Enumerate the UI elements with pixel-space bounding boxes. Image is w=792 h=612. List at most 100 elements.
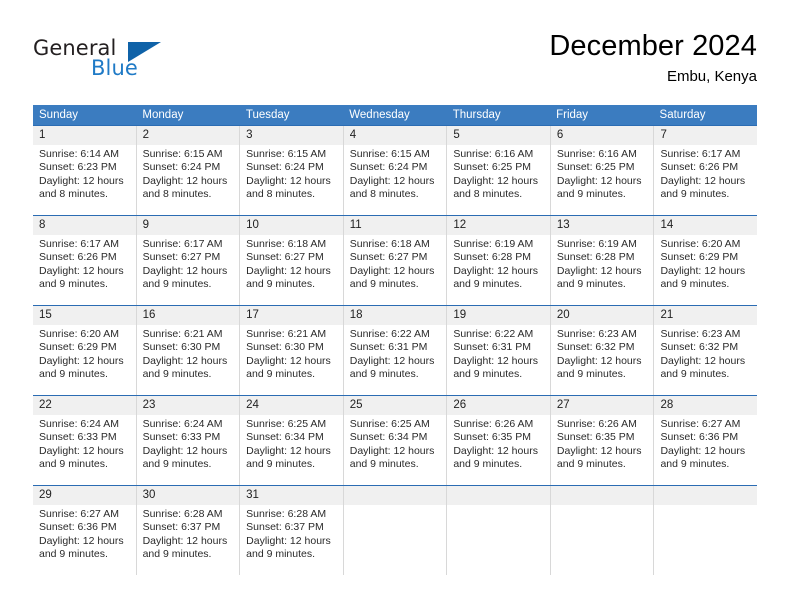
sunrise-text: Sunrise: 6:18 AM	[349, 238, 430, 250]
day-cell[interactable]: 16 Sunrise: 6:21 AM Sunset: 6:30 PM Dayl…	[136, 306, 241, 395]
sunrise-text: Sunrise: 6:15 AM	[142, 148, 223, 160]
day-cell[interactable]: 30 Sunrise: 6:28 AM Sunset: 6:37 PM Dayl…	[136, 486, 241, 575]
sunset-text: Sunset: 6:37 PM	[246, 521, 324, 534]
weekday-header-tuesday: Tuesday	[245, 109, 290, 121]
day-cell[interactable]: 23 Sunrise: 6:24 AM Sunset: 6:33 PM Dayl…	[136, 396, 241, 485]
weekday-header-sunday: Sunday	[39, 109, 79, 121]
day-cell[interactable]: 22 Sunrise: 6:24 AM Sunset: 6:33 PM Dayl…	[33, 396, 137, 485]
day-details: Sunrise: 6:17 AM Sunset: 6:27 PM Dayligh…	[137, 235, 240, 292]
day-details: Sunrise: 6:20 AM Sunset: 6:29 PM Dayligh…	[33, 325, 136, 382]
daylight-text: Daylight: 12 hours and 9 minutes.	[556, 174, 642, 201]
day-cell[interactable]: 24 Sunrise: 6:25 AM Sunset: 6:34 PM Dayl…	[240, 396, 344, 485]
day-details: Sunrise: 6:21 AM Sunset: 6:30 PM Dayligh…	[240, 325, 343, 382]
sunrise-text: Sunrise: 6:28 AM	[246, 508, 327, 520]
day-cell[interactable]: 12 Sunrise: 6:19 AM Sunset: 6:28 PM Dayl…	[447, 216, 551, 305]
calendar-week-row: 29 Sunrise: 6:27 AM Sunset: 6:36 PM Dayl…	[33, 485, 758, 575]
sunrise-text: Sunrise: 6:28 AM	[142, 508, 223, 520]
day-cell[interactable]: 8 Sunrise: 6:17 AM Sunset: 6:26 PM Dayli…	[33, 216, 137, 305]
day-number: 2	[136, 126, 240, 145]
day-cell[interactable]: 4 Sunrise: 6:15 AM Sunset: 6:24 PM Dayli…	[343, 126, 448, 215]
day-cell[interactable]: 13 Sunrise: 6:19 AM Sunset: 6:28 PM Dayl…	[550, 216, 655, 305]
day-details: Sunrise: 6:26 AM Sunset: 6:35 PM Dayligh…	[551, 415, 654, 472]
day-cell[interactable]: 7 Sunrise: 6:17 AM Sunset: 6:26 PM Dayli…	[654, 126, 758, 215]
location-label: Embu, Kenya	[666, 68, 757, 85]
day-cell[interactable]: 1 Sunrise: 6:14 AM Sunset: 6:23 PM Dayli…	[33, 126, 137, 215]
day-cell[interactable]: 20 Sunrise: 6:23 AM Sunset: 6:32 PM Dayl…	[550, 306, 655, 395]
daylight-text: Daylight: 12 hours and 9 minutes.	[349, 264, 435, 291]
day-cell-empty	[550, 486, 655, 575]
day-cell[interactable]: 6 Sunrise: 6:16 AM Sunset: 6:25 PM Dayli…	[550, 126, 655, 215]
daylight-text: Daylight: 12 hours and 9 minutes.	[660, 174, 746, 201]
day-details: Sunrise: 6:15 AM Sunset: 6:24 PM Dayligh…	[137, 145, 240, 202]
day-cell[interactable]: 27 Sunrise: 6:26 AM Sunset: 6:35 PM Dayl…	[550, 396, 655, 485]
day-number: 11	[343, 216, 447, 235]
sunrise-text: Sunrise: 6:17 AM	[660, 148, 741, 160]
day-details: Sunrise: 6:28 AM Sunset: 6:37 PM Dayligh…	[137, 505, 240, 562]
day-cell[interactable]: 3 Sunrise: 6:15 AM Sunset: 6:24 PM Dayli…	[240, 126, 344, 215]
day-cell[interactable]: 2 Sunrise: 6:15 AM Sunset: 6:24 PM Dayli…	[136, 126, 241, 215]
sunrise-text: Sunrise: 6:17 AM	[39, 238, 119, 250]
sunset-text: Sunset: 6:28 PM	[556, 251, 635, 264]
day-number: 27	[550, 396, 654, 415]
day-details: Sunrise: 6:17 AM Sunset: 6:26 PM Dayligh…	[654, 145, 757, 202]
day-number: 17	[240, 306, 343, 325]
day-cell[interactable]: 11 Sunrise: 6:18 AM Sunset: 6:27 PM Dayl…	[343, 216, 448, 305]
day-details: Sunrise: 6:24 AM Sunset: 6:33 PM Dayligh…	[33, 415, 136, 472]
daylight-text: Daylight: 12 hours and 9 minutes.	[246, 534, 331, 561]
sunset-text: Sunset: 6:24 PM	[349, 161, 428, 174]
daylight-text: Daylight: 12 hours and 8 minutes.	[246, 174, 331, 201]
day-number: 9	[136, 216, 240, 235]
daylight-text: Daylight: 12 hours and 9 minutes.	[246, 444, 331, 471]
day-cell[interactable]: 14 Sunrise: 6:20 AM Sunset: 6:29 PM Dayl…	[654, 216, 758, 305]
day-cell[interactable]: 26 Sunrise: 6:26 AM Sunset: 6:35 PM Dayl…	[447, 396, 551, 485]
day-number: 26	[447, 396, 550, 415]
sunrise-text: Sunrise: 6:27 AM	[660, 418, 741, 430]
daylight-text: Daylight: 12 hours and 8 minutes.	[453, 174, 538, 201]
day-cell[interactable]: 18 Sunrise: 6:22 AM Sunset: 6:31 PM Dayl…	[343, 306, 448, 395]
sunset-text: Sunset: 6:23 PM	[39, 161, 117, 174]
day-cell[interactable]: 29 Sunrise: 6:27 AM Sunset: 6:36 PM Dayl…	[33, 486, 137, 575]
day-number: 21	[654, 306, 758, 325]
sunrise-text: Sunrise: 6:26 AM	[556, 418, 637, 430]
day-cell[interactable]: 25 Sunrise: 6:25 AM Sunset: 6:34 PM Dayl…	[343, 396, 448, 485]
sunrise-text: Sunrise: 6:22 AM	[453, 328, 534, 340]
day-cell[interactable]: 9 Sunrise: 6:17 AM Sunset: 6:27 PM Dayli…	[136, 216, 241, 305]
day-number: 14	[654, 216, 758, 235]
day-cell[interactable]: 21 Sunrise: 6:23 AM Sunset: 6:32 PM Dayl…	[654, 306, 758, 395]
sunrise-text: Sunrise: 6:23 AM	[660, 328, 741, 340]
sunrise-text: Sunrise: 6:18 AM	[246, 238, 327, 250]
day-cell[interactable]: 5 Sunrise: 6:16 AM Sunset: 6:25 PM Dayli…	[447, 126, 551, 215]
day-number: 20	[550, 306, 654, 325]
sunrise-text: Sunrise: 6:20 AM	[39, 328, 119, 340]
day-number: 8	[33, 216, 136, 235]
day-cell[interactable]: 28 Sunrise: 6:27 AM Sunset: 6:36 PM Dayl…	[654, 396, 758, 485]
sunrise-text: Sunrise: 6:22 AM	[349, 328, 430, 340]
day-details: Sunrise: 6:23 AM Sunset: 6:32 PM Dayligh…	[654, 325, 757, 382]
day-details: Sunrise: 6:17 AM Sunset: 6:26 PM Dayligh…	[33, 235, 136, 292]
weekday-header-saturday: Saturday	[659, 109, 706, 121]
day-number: 25	[343, 396, 447, 415]
day-cell[interactable]: 17 Sunrise: 6:21 AM Sunset: 6:30 PM Dayl…	[240, 306, 344, 395]
weekday-header-thursday: Thursday	[452, 109, 501, 121]
weekday-header-friday: Friday	[556, 109, 589, 121]
day-cell[interactable]: 10 Sunrise: 6:18 AM Sunset: 6:27 PM Dayl…	[240, 216, 344, 305]
daylight-text: Daylight: 12 hours and 9 minutes.	[660, 444, 746, 471]
sunset-text: Sunset: 6:36 PM	[39, 521, 117, 534]
sunset-text: Sunset: 6:24 PM	[246, 161, 324, 174]
day-number	[343, 486, 447, 505]
day-details: Sunrise: 6:27 AM Sunset: 6:36 PM Dayligh…	[33, 505, 136, 562]
daylight-text: Daylight: 12 hours and 9 minutes.	[453, 264, 538, 291]
day-cell[interactable]: 19 Sunrise: 6:22 AM Sunset: 6:31 PM Dayl…	[447, 306, 551, 395]
day-cell[interactable]: 31 Sunrise: 6:28 AM Sunset: 6:37 PM Dayl…	[240, 486, 344, 575]
day-number: 31	[240, 486, 343, 505]
day-number: 30	[136, 486, 240, 505]
day-number: 13	[550, 216, 654, 235]
day-number: 22	[33, 396, 136, 415]
sunrise-text: Sunrise: 6:24 AM	[142, 418, 223, 430]
daylight-text: Daylight: 12 hours and 8 minutes.	[142, 174, 228, 201]
daylight-text: Daylight: 12 hours and 9 minutes.	[349, 354, 435, 381]
day-cell[interactable]: 15 Sunrise: 6:20 AM Sunset: 6:29 PM Dayl…	[33, 306, 137, 395]
daylight-text: Daylight: 12 hours and 9 minutes.	[349, 444, 435, 471]
calendar-week-row: 8 Sunrise: 6:17 AM Sunset: 6:26 PM Dayli…	[33, 215, 758, 305]
general-blue-logo[interactable]: General Blue	[33, 36, 253, 92]
